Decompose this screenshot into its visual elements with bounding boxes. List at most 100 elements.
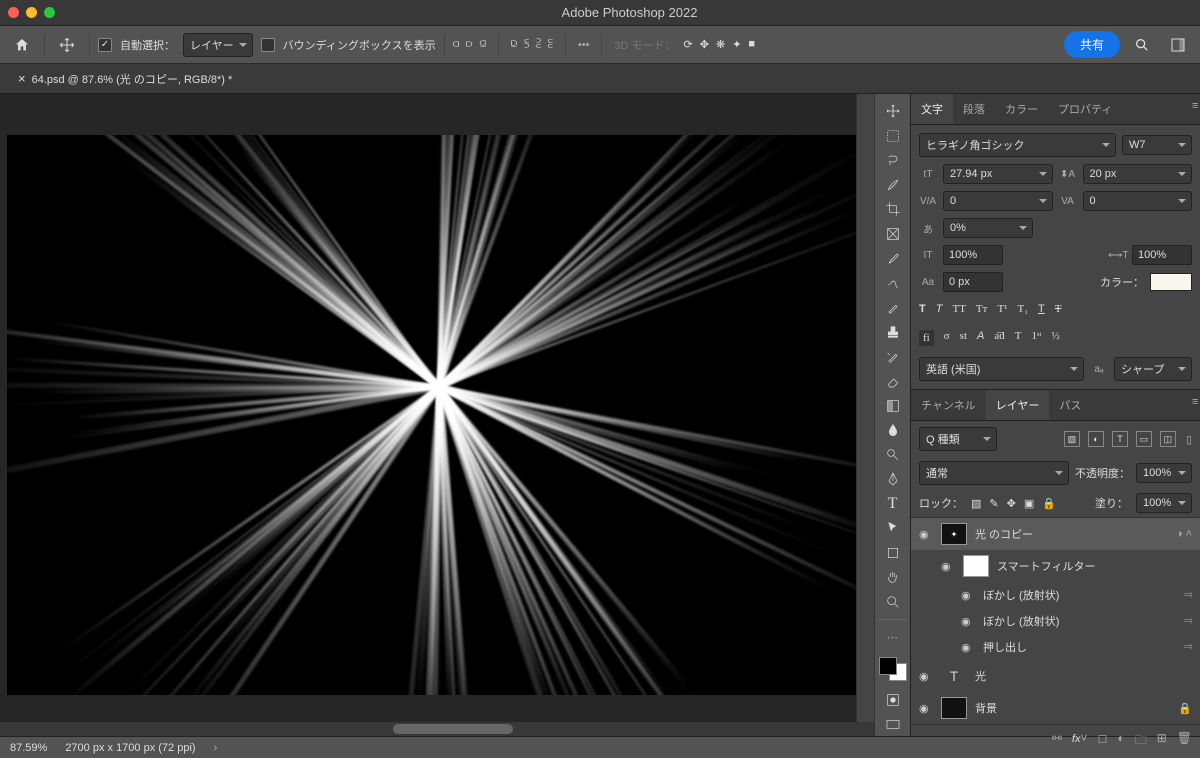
tracking-input[interactable]: 0	[1083, 191, 1193, 211]
layer-item[interactable]: ぼかし (放射状) ⫤	[911, 582, 1200, 608]
tab-layers[interactable]: レイヤー	[986, 390, 1050, 420]
fx-icon[interactable]: fx˅	[1072, 731, 1088, 752]
collapsed-dock[interactable]	[856, 94, 874, 736]
subscript-icon[interactable]: T₁	[1017, 303, 1028, 315]
frame-tool-icon[interactable]	[878, 223, 908, 246]
panel-menu-icon[interactable]: ≡	[1186, 94, 1200, 124]
dodge-tool-icon[interactable]	[878, 443, 908, 466]
layer-item[interactable]: スマートフィルター	[911, 550, 1200, 582]
lock-paint-icon[interactable]: ✎	[989, 497, 998, 510]
minimize-window-icon[interactable]	[26, 7, 37, 18]
align-right-icon[interactable]: ⫑	[479, 38, 485, 51]
blend-mode-dropdown[interactable]: 通常	[919, 461, 1069, 485]
brush-tool-icon[interactable]	[878, 174, 908, 197]
lock-pos-icon[interactable]: ✥	[1007, 497, 1016, 510]
underline-icon[interactable]: T	[1038, 303, 1045, 315]
home-button[interactable]	[8, 31, 36, 59]
tab-properties[interactable]: プロパティ	[1048, 94, 1122, 124]
adjustment-icon[interactable]: ◐	[1117, 731, 1124, 752]
path-select-icon[interactable]	[878, 517, 908, 540]
ligature-sigma-icon[interactable]: σ	[944, 330, 950, 346]
ordinals-icon[interactable]: T	[1015, 330, 1022, 346]
bold-icon[interactable]: T	[919, 303, 926, 315]
layer-filter-dropdown[interactable]: Q 種類	[919, 427, 997, 451]
font-weight-dropdown[interactable]: W7	[1122, 135, 1192, 155]
align-top-icon[interactable]: ⫒	[511, 38, 517, 51]
language-dropdown[interactable]: 英語 (米国)	[919, 357, 1084, 381]
superscript-icon[interactable]: T¹	[997, 303, 1007, 315]
shape-tool-icon[interactable]	[878, 542, 908, 565]
allcaps-icon[interactable]: TT	[952, 303, 965, 315]
filter-pixel-icon[interactable]: ▧	[1064, 431, 1080, 447]
visibility-icon[interactable]	[919, 528, 933, 541]
edit-toolbar-icon[interactable]: ⋯	[878, 626, 908, 649]
doc-info-chevron-icon[interactable]: ›	[214, 742, 218, 754]
layer-item[interactable]: 背景 🔒	[911, 692, 1200, 724]
auto-select-dropdown[interactable]: レイヤー	[183, 33, 253, 57]
bbox-checkbox[interactable]	[261, 38, 275, 52]
font-family-dropdown[interactable]: ヒラギノ角ゴシック	[919, 133, 1116, 157]
fill-input[interactable]: 100%	[1136, 493, 1192, 513]
quickmask-icon[interactable]	[878, 689, 908, 712]
gradient-tool-icon[interactable]	[878, 394, 908, 417]
antialias-dropdown[interactable]: シャープ	[1114, 357, 1192, 381]
visibility-icon[interactable]	[961, 641, 975, 654]
tsume-input[interactable]: 0%	[943, 218, 1033, 238]
ligature-fi-icon[interactable]: fi	[919, 330, 934, 346]
document-tab[interactable]: × 64.psd @ 87.6% (光 のコピー, RGB/8*) *	[8, 65, 242, 93]
canvas[interactable]	[7, 135, 867, 695]
delete-layer-icon[interactable]: 🗑	[1177, 731, 1192, 752]
search-button[interactable]	[1128, 31, 1156, 59]
filter-toggle-icon[interactable]: ▯	[1186, 433, 1192, 446]
crop-tool-icon[interactable]	[878, 198, 908, 221]
visibility-icon[interactable]	[941, 560, 955, 573]
align-center-h-icon[interactable]: ⫐	[466, 38, 472, 51]
filter-edit-icon[interactable]: ⫤	[1184, 641, 1192, 654]
link-layers-icon[interactable]: ⚯	[1052, 731, 1062, 752]
baseline-input[interactable]: 0 px	[943, 272, 1003, 292]
maximize-window-icon[interactable]	[44, 7, 55, 18]
filter-shape-icon[interactable]: ▭	[1136, 431, 1152, 447]
smart-filter-toggle-icon[interactable]: ◑ ˄	[1176, 528, 1192, 540]
hscale-input[interactable]: 100%	[1132, 245, 1192, 265]
new-layer-icon[interactable]: ⊞	[1157, 731, 1167, 752]
tab-color[interactable]: カラー	[995, 94, 1048, 124]
tab-channels[interactable]: チャンネル	[911, 390, 986, 420]
group-icon[interactable]: 🗀	[1135, 731, 1147, 752]
color-swatches[interactable]	[879, 657, 907, 681]
filter-mask-thumbnail[interactable]	[963, 555, 989, 577]
filter-adjust-icon[interactable]: ◐	[1088, 431, 1104, 447]
workspace-button[interactable]	[1164, 31, 1192, 59]
zoom-level[interactable]: 87.59%	[10, 742, 47, 754]
blemish-tool-icon[interactable]	[878, 272, 908, 295]
font-size-input[interactable]: 27.94 px	[943, 164, 1053, 184]
lock-trans-icon[interactable]: ▧	[971, 497, 981, 510]
move-tool-indicator[interactable]	[53, 31, 81, 59]
paintbrush-tool-icon[interactable]	[878, 296, 908, 319]
tab-paragraph[interactable]: 段落	[953, 94, 995, 124]
share-button[interactable]: 共有	[1064, 31, 1120, 58]
pen-tool-icon[interactable]	[878, 468, 908, 491]
smallcaps-icon[interactable]: Tᴛ	[976, 303, 988, 315]
zoom-tool-icon[interactable]	[878, 591, 908, 614]
italic-icon[interactable]: T	[936, 303, 943, 315]
fraction-icon[interactable]: ½	[1051, 330, 1059, 346]
history-brush-icon[interactable]	[878, 345, 908, 368]
close-tab-icon[interactable]: ×	[18, 71, 26, 86]
close-window-icon[interactable]	[8, 7, 19, 18]
layer-thumbnail[interactable]: ✦	[941, 523, 967, 545]
visibility-icon[interactable]	[919, 702, 933, 715]
type-tool-icon[interactable]: T	[878, 493, 908, 516]
vscale-input[interactable]: 100%	[943, 245, 1003, 265]
filter-edit-icon[interactable]: ⫤	[1184, 589, 1192, 602]
tab-character[interactable]: 文字	[911, 94, 953, 124]
mask-icon[interactable]: ◻	[1097, 731, 1107, 752]
horizontal-scrollbar[interactable]	[0, 722, 874, 736]
titling-icon[interactable]: a͞d	[994, 330, 1004, 346]
screenmode-icon[interactable]	[878, 713, 908, 736]
strikethrough-icon[interactable]: T	[1055, 303, 1062, 315]
leading-input[interactable]: 20 px	[1083, 164, 1193, 184]
swash-icon[interactable]: A	[977, 330, 984, 346]
ligature-st-icon[interactable]: st	[960, 330, 967, 346]
auto-select-checkbox[interactable]	[98, 38, 112, 52]
